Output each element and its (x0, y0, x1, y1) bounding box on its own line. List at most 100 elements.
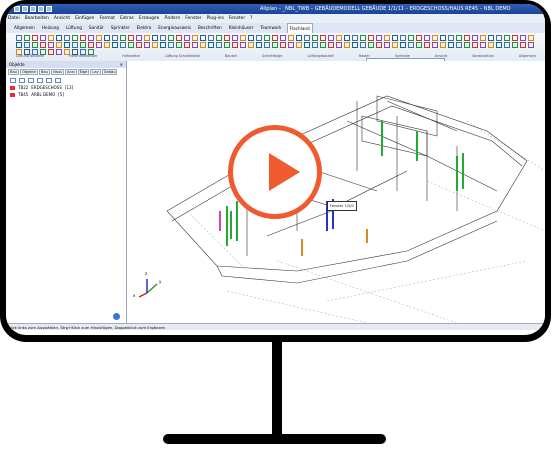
ribbon-tool-icon[interactable] (336, 35, 342, 41)
ribbon-tool-icon[interactable] (456, 35, 462, 41)
ribbon-tool-icon[interactable] (496, 35, 502, 41)
ribbon-tool-icon[interactable] (408, 35, 414, 41)
ribbon-tool-icon[interactable] (424, 35, 430, 41)
menu-item[interactable]: Datei (8, 14, 20, 23)
ribbon-tool-icon[interactable] (184, 35, 190, 41)
menu-item[interactable]: Fenster (185, 14, 201, 23)
ribbon-tool-icon[interactable] (448, 42, 454, 48)
ribbon-tool-icon[interactable] (272, 35, 278, 41)
ribbon-tool-icon[interactable] (112, 35, 118, 41)
quick-open-icon[interactable] (46, 6, 52, 12)
ribbon-tool-icon[interactable] (104, 35, 110, 41)
quick-save-icon[interactable] (14, 6, 20, 12)
ribbon-tool-icon[interactable] (512, 35, 518, 41)
ribbon-tool-icon[interactable] (80, 42, 86, 48)
ribbon-tool-icon[interactable] (144, 35, 150, 41)
ribbon-tool-icon[interactable] (376, 42, 382, 48)
tab-allgemein[interactable]: Allgemein (12, 23, 37, 33)
ribbon-tool-icon[interactable] (488, 35, 494, 41)
tab-sprinkler[interactable]: Sprinkler (109, 23, 132, 33)
ribbon-tool-icon[interactable] (360, 35, 366, 41)
ribbon-tool-icon[interactable] (376, 35, 382, 41)
ribbon-tool-icon[interactable] (160, 35, 166, 41)
ribbon-tool-icon[interactable] (472, 42, 478, 48)
sort-icon[interactable] (46, 77, 52, 83)
ribbon-tool-icon[interactable] (528, 35, 534, 41)
menu-item[interactable]: Format (99, 14, 114, 23)
ribbon-tool-icon[interactable] (520, 35, 526, 41)
ribbon-tool-icon[interactable] (88, 35, 94, 41)
ribbon-tool-icon[interactable] (392, 35, 398, 41)
ribbon-tool-icon[interactable] (496, 42, 502, 48)
ribbon-tool-icon[interactable] (392, 42, 398, 48)
ribbon-tool-icon[interactable] (328, 35, 334, 41)
tab-lueftung[interactable]: Lüftung (64, 23, 84, 33)
ribbon-tool-icon[interactable] (256, 35, 262, 41)
ribbon-tool-icon[interactable] (224, 42, 230, 48)
ribbon-tool-icon[interactable] (152, 35, 158, 41)
ribbon-tool-icon[interactable] (264, 35, 270, 41)
close-icon[interactable]: ✕ (120, 61, 123, 68)
menu-item[interactable]: Ansicht (54, 14, 70, 23)
ribbon-tool-icon[interactable] (48, 35, 54, 41)
ribbon-tool-icon[interactable] (16, 42, 22, 48)
ribbon-tool-icon[interactable] (112, 42, 118, 48)
ribbon-tool-icon[interactable] (480, 42, 486, 48)
ribbon-tool-icon[interactable] (312, 42, 318, 48)
ribbon-tool-icon[interactable] (304, 35, 310, 41)
ribbon-tool-icon[interactable] (416, 35, 422, 41)
ribbon-tool-icon[interactable] (56, 35, 62, 41)
ribbon-tool-icon[interactable] (352, 42, 358, 48)
filter-icon[interactable] (28, 77, 34, 83)
ribbon-tool-icon[interactable] (224, 35, 230, 41)
menu-item[interactable]: Plug-ins (207, 14, 224, 23)
menu-item[interactable]: Einfügen (75, 14, 94, 23)
ribbon-tool-icon[interactable] (456, 42, 462, 48)
ribbon-tool-icon[interactable] (16, 35, 22, 41)
ribbon-tool-icon[interactable] (64, 42, 70, 48)
ribbon-tool-icon[interactable] (368, 42, 374, 48)
menu-item[interactable]: Extras (120, 14, 134, 23)
ribbon-tool-icon[interactable] (184, 42, 190, 48)
ribbon-tool-icon[interactable] (320, 35, 326, 41)
ribbon-tool-icon[interactable] (464, 35, 470, 41)
quick-print-icon[interactable] (38, 6, 44, 12)
ribbon-tool-icon[interactable] (152, 42, 158, 48)
ribbon-tool-icon[interactable] (256, 42, 262, 48)
menu-item[interactable]: Bearbeiten (25, 14, 49, 23)
ribbon-tool-icon[interactable] (360, 42, 366, 48)
ribbon-tool-icon[interactable] (240, 35, 246, 41)
ribbon-tool-icon[interactable] (488, 42, 494, 48)
tab-sanitaer[interactable]: Sanitär (87, 23, 106, 33)
panel-tab[interactable]: Gebäu (101, 69, 118, 75)
ribbon-tool-icon[interactable] (176, 35, 182, 41)
ribbon-tool-icon[interactable] (192, 42, 198, 48)
ribbon-tool-icon[interactable] (128, 42, 134, 48)
ribbon-tool-icon[interactable] (400, 42, 406, 48)
ribbon-tool-icon[interactable] (336, 42, 342, 48)
ribbon-tool-icon[interactable] (416, 42, 422, 48)
ribbon-tool-icon[interactable] (48, 42, 54, 48)
ribbon-tool-icon[interactable] (528, 42, 534, 48)
ribbon-tool-icon[interactable] (288, 42, 294, 48)
ribbon-tool-icon[interactable] (384, 42, 390, 48)
ribbon-tool-icon[interactable] (216, 42, 222, 48)
menu-item[interactable]: Fenster (229, 14, 245, 23)
quick-undo-icon[interactable] (22, 6, 28, 12)
ribbon-tool-icon[interactable] (400, 35, 406, 41)
new-icon[interactable] (10, 77, 16, 83)
ribbon-tool-icon[interactable] (432, 35, 438, 41)
ribbon-tool-icon[interactable] (136, 42, 142, 48)
tab-beschriften[interactable]: Beschriften (196, 23, 224, 33)
ribbon-tool-icon[interactable] (504, 35, 510, 41)
tab-flachland[interactable]: Flachland (286, 23, 313, 33)
ribbon-tool-icon[interactable] (464, 42, 470, 48)
ribbon-tool-icon[interactable] (448, 35, 454, 41)
ribbon-tool-icon[interactable] (264, 42, 270, 48)
menu-item[interactable]: Ändern (164, 14, 180, 23)
ribbon-tool-icon[interactable] (344, 35, 350, 41)
ribbon-tool-icon[interactable] (232, 42, 238, 48)
play-button[interactable] (228, 125, 322, 219)
ribbon-tool-icon[interactable] (144, 42, 150, 48)
panel-tab[interactable]: Eige (77, 69, 90, 75)
